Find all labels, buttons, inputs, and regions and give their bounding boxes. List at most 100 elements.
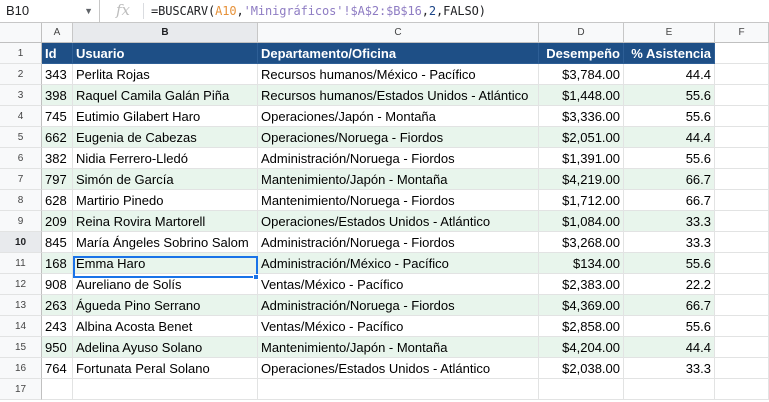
table-cell[interactable]: 398: [42, 85, 73, 106]
table-cell[interactable]: 22.2: [624, 274, 715, 295]
table-cell[interactable]: 55.6: [624, 148, 715, 169]
table-cell[interactable]: $4,219.00: [539, 169, 624, 190]
empty-cell[interactable]: [624, 379, 715, 400]
table-cell[interactable]: Administración/Noruega - Fiordos: [258, 148, 539, 169]
table-cell[interactable]: 168: [42, 253, 73, 274]
name-box-value[interactable]: B10: [6, 0, 29, 22]
table-cell[interactable]: Recursos humanos/Estados Unidos - Atlánt…: [258, 85, 539, 106]
row-header-5[interactable]: 5: [0, 127, 42, 148]
header-cell[interactable]: Desempeño: [539, 43, 624, 64]
column-header-f[interactable]: F: [715, 23, 769, 43]
table-cell[interactable]: 343: [42, 64, 73, 85]
name-box[interactable]: B10 ▼: [0, 0, 100, 22]
table-cell[interactable]: $134.00: [539, 253, 624, 274]
table-cell[interactable]: Operaciones/Noruega - Fiordos: [258, 127, 539, 148]
table-cell[interactable]: 764: [42, 358, 73, 379]
table-cell[interactable]: 263: [42, 295, 73, 316]
row-header-10[interactable]: 10: [0, 232, 42, 253]
table-cell[interactable]: 44.4: [624, 127, 715, 148]
table-cell[interactable]: $3,268.00: [539, 232, 624, 253]
table-cell[interactable]: 628: [42, 190, 73, 211]
empty-cell[interactable]: [715, 169, 769, 190]
table-cell[interactable]: 745: [42, 106, 73, 127]
empty-cell[interactable]: [715, 148, 769, 169]
empty-cell[interactable]: [715, 211, 769, 232]
table-cell[interactable]: $2,383.00: [539, 274, 624, 295]
table-cell[interactable]: Operaciones/Estados Unidos - Atlántico: [258, 358, 539, 379]
table-cell[interactable]: 662: [42, 127, 73, 148]
row-header-15[interactable]: 15: [0, 337, 42, 358]
row-header-6[interactable]: 6: [0, 148, 42, 169]
header-cell[interactable]: Id: [42, 43, 73, 64]
chevron-down-icon[interactable]: ▼: [84, 0, 93, 22]
row-header-9[interactable]: 9: [0, 211, 42, 232]
table-cell[interactable]: 382: [42, 148, 73, 169]
row-header-2[interactable]: 2: [0, 64, 42, 85]
table-cell[interactable]: Operaciones/Estados Unidos - Atlántico: [258, 211, 539, 232]
empty-cell[interactable]: [715, 43, 769, 64]
table-cell[interactable]: 845: [42, 232, 73, 253]
column-header-c[interactable]: C: [258, 23, 539, 43]
table-cell[interactable]: $3,336.00: [539, 106, 624, 127]
table-cell[interactable]: $4,369.00: [539, 295, 624, 316]
row-header-13[interactable]: 13: [0, 295, 42, 316]
table-cell[interactable]: 66.7: [624, 190, 715, 211]
empty-cell[interactable]: [73, 379, 258, 400]
empty-cell[interactable]: [715, 85, 769, 106]
table-cell[interactable]: Raquel Camila Galán Piña: [73, 85, 258, 106]
table-cell[interactable]: 908: [42, 274, 73, 295]
table-cell[interactable]: Ventas/México - Pacífico: [258, 274, 539, 295]
row-header-1[interactable]: 1: [0, 43, 42, 64]
table-cell[interactable]: 243: [42, 316, 73, 337]
formula-input[interactable]: =BUSCARV(A10,'Minigráficos'!$A$2:$B$16,2…: [151, 0, 486, 22]
empty-cell[interactable]: [715, 337, 769, 358]
empty-cell[interactable]: [42, 379, 73, 400]
row-header-12[interactable]: 12: [0, 274, 42, 295]
empty-cell[interactable]: [715, 232, 769, 253]
table-cell[interactable]: Administración/México - Pacífico: [258, 253, 539, 274]
table-cell[interactable]: 66.7: [624, 169, 715, 190]
table-cell[interactable]: 44.4: [624, 64, 715, 85]
table-cell[interactable]: Eugenia de Cabezas: [73, 127, 258, 148]
select-all-corner[interactable]: [0, 23, 42, 43]
empty-cell[interactable]: [715, 379, 769, 400]
table-cell[interactable]: Administración/Noruega - Fiordos: [258, 295, 539, 316]
table-cell[interactable]: $1,448.00: [539, 85, 624, 106]
table-cell[interactable]: María Ángeles Sobrino Salom: [73, 232, 258, 253]
table-cell[interactable]: $1,084.00: [539, 211, 624, 232]
table-cell[interactable]: 44.4: [624, 337, 715, 358]
empty-cell[interactable]: [715, 358, 769, 379]
row-header-14[interactable]: 14: [0, 316, 42, 337]
table-cell[interactable]: Mantenimiento/Japón - Montaña: [258, 337, 539, 358]
fill-handle[interactable]: [253, 274, 259, 280]
column-header-a[interactable]: A: [42, 23, 73, 43]
table-cell[interactable]: Mantenimiento/Noruega - Fiordos: [258, 190, 539, 211]
empty-cell[interactable]: [715, 316, 769, 337]
row-header-11[interactable]: 11: [0, 253, 42, 274]
row-header-4[interactable]: 4: [0, 106, 42, 127]
table-cell[interactable]: Águeda Pino Serrano: [73, 295, 258, 316]
row-header-16[interactable]: 16: [0, 358, 42, 379]
row-header-3[interactable]: 3: [0, 85, 42, 106]
table-cell[interactable]: $2,858.00: [539, 316, 624, 337]
table-cell[interactable]: 33.3: [624, 232, 715, 253]
table-cell[interactable]: Administración/Noruega - Fiordos: [258, 232, 539, 253]
header-cell[interactable]: Departamento/Oficina: [258, 43, 539, 64]
empty-cell[interactable]: [715, 127, 769, 148]
table-cell[interactable]: Perlita Rojas: [73, 64, 258, 85]
table-cell[interactable]: 797: [42, 169, 73, 190]
table-cell[interactable]: Nidia Ferrero-Lledó: [73, 148, 258, 169]
table-cell[interactable]: 33.3: [624, 358, 715, 379]
table-cell[interactable]: 950: [42, 337, 73, 358]
table-cell[interactable]: Martirio Pinedo: [73, 190, 258, 211]
empty-cell[interactable]: [715, 253, 769, 274]
table-cell[interactable]: Operaciones/Japón - Montaña: [258, 106, 539, 127]
table-cell[interactable]: Fortunata Peral Solano: [73, 358, 258, 379]
table-cell[interactable]: $4,204.00: [539, 337, 624, 358]
table-cell[interactable]: Mantenimiento/Japón - Montaña: [258, 169, 539, 190]
empty-cell[interactable]: [539, 379, 624, 400]
empty-cell[interactable]: [715, 64, 769, 85]
header-cell[interactable]: % Asistencia: [624, 43, 715, 64]
empty-cell[interactable]: [715, 190, 769, 211]
column-header-b[interactable]: B: [73, 23, 258, 43]
